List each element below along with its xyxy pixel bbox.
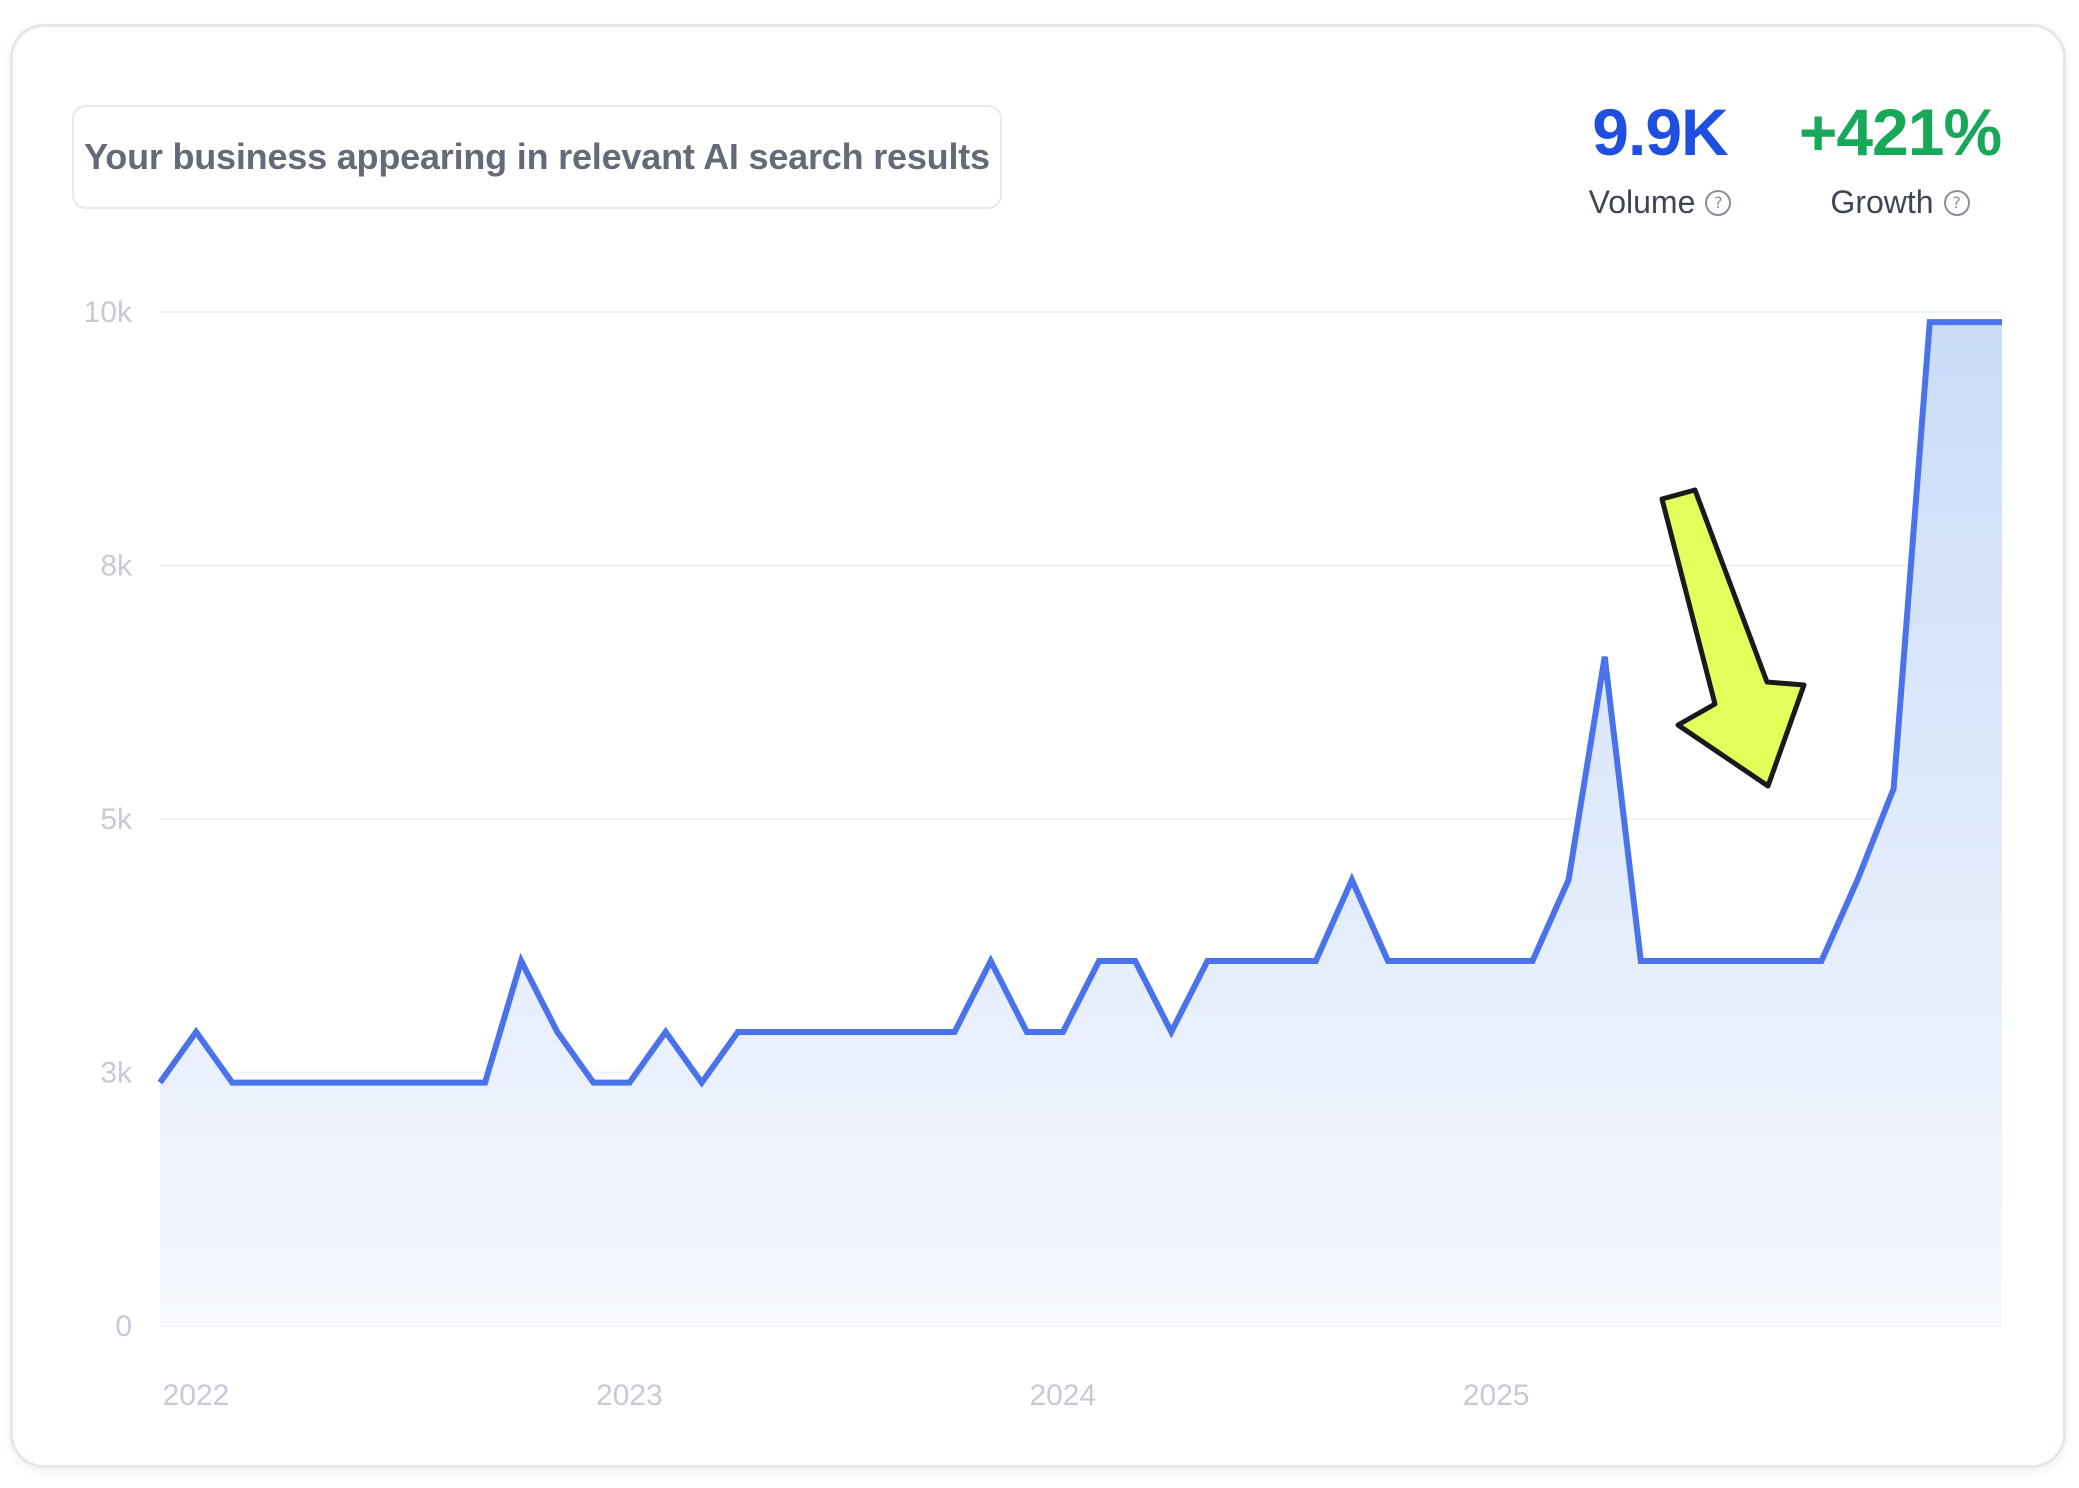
volume-area-chart: 0 3k 5k 8k 10k 2022 2023 2024 2025 bbox=[84, 296, 2002, 1412]
x-axis-ticks: 2022 2023 2024 2025 bbox=[163, 1379, 1530, 1412]
y-tick-label: 3k bbox=[100, 1057, 133, 1090]
x-tick-label: 2023 bbox=[596, 1379, 663, 1412]
arrow-down-icon bbox=[1659, 487, 1807, 789]
y-tick-label: 10k bbox=[84, 296, 133, 329]
x-tick-label: 2024 bbox=[1029, 1379, 1096, 1412]
x-tick-label: 2025 bbox=[1463, 1379, 1530, 1412]
y-tick-label: 8k bbox=[100, 550, 133, 583]
x-tick-label: 2022 bbox=[163, 1379, 230, 1412]
y-tick-label: 5k bbox=[100, 803, 133, 836]
series-area bbox=[160, 322, 2002, 1326]
y-tick-label: 0 bbox=[115, 1310, 132, 1343]
y-axis-ticks: 0 3k 5k 8k 10k bbox=[84, 296, 133, 1343]
